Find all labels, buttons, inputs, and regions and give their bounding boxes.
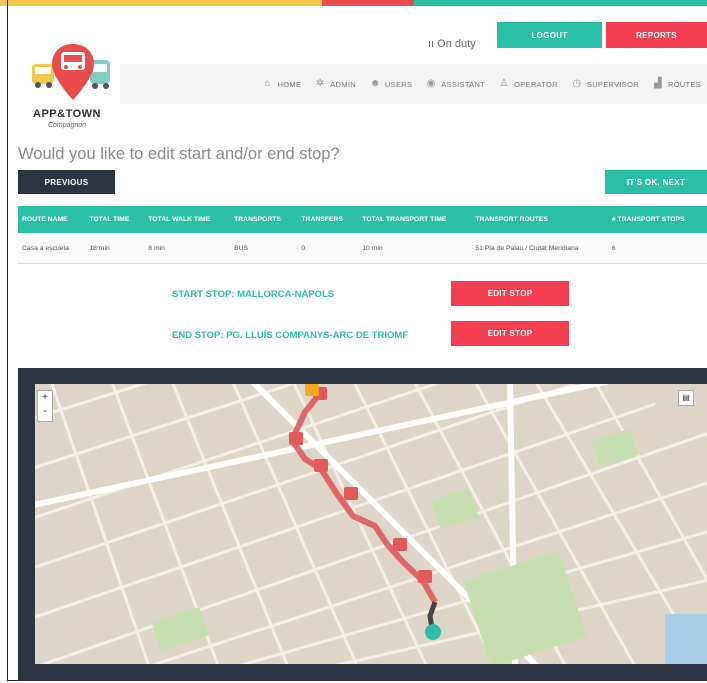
cell-route-name: Casa a escuela [18,233,86,264]
nav-supervisor[interactable]: ◷ SUPERVISOR [572,79,639,89]
nav-home-label: HOME [277,79,302,89]
end-stop-label: END STOP: PG. LLUÍS COMPANYS-ARC DE TRIO… [172,330,408,341]
status-icon: ıı [428,38,438,50]
users-icon: ☻ [369,78,381,89]
nav-users-label: USERS [384,79,413,89]
end-stop-prefix: END STOP: [172,330,224,341]
start-stop-prefix: START STOP: [172,289,235,300]
nav-assistant[interactable]: ◉ ASSISTANT [426,79,485,89]
nav-routes[interactable]: ▟ ROUTES [653,79,701,89]
cell-transports: BUS [230,233,298,264]
cell-total-time: 18 min [85,233,145,264]
nav-operator[interactable]: ♙ OPERATOR [499,79,558,89]
cell-transport-stops: 6 [607,233,707,264]
map-canvas [35,384,707,664]
col-transport-routes: TRANSPORT ROUTES [471,206,608,233]
end-marker-icon[interactable] [425,624,441,640]
nav-operator-label: OPERATOR [514,79,558,89]
page-question: Would you like to edit start and/or end … [18,145,340,163]
col-total-walk-time: TOTAL WALK TIME [144,206,231,233]
end-stop-name: PG. LLUÍS COMPANYS-ARC DE TRIOMF [226,330,409,341]
table-header-row: ROUTE NAME TOTAL TIME TOTAL WALK TIME TR… [18,206,707,233]
col-transport-stops: # TRANSPORT STOPS [607,206,707,233]
clock-icon: ◷ [572,78,582,89]
cell-transport-routes: 51 Pla de Palau / Ciutat Meridiana [471,233,608,264]
next-button[interactable]: IT'S OK, NEXT [605,170,707,194]
nav-assistant-label: ASSISTANT [441,79,486,89]
zoom-control[interactable]: + - [37,390,53,422]
nav-home[interactable]: ⌂ HOME [263,79,302,89]
logo-text: APP&TOWN [33,108,101,120]
chart-icon: ▟ [653,78,662,89]
routes-table: ROUTE NAME TOTAL TIME TOTAL WALK TIME TR… [18,206,707,264]
zoom-out-button[interactable]: - [38,405,52,419]
reports-button[interactable]: REPORTS [606,22,707,48]
edit-end-stop-button[interactable]: EDIT STOP [451,321,569,346]
col-transfers: TRANSFERS [297,206,359,233]
zoom-in-button[interactable]: + [38,391,52,405]
start-marker-icon[interactable] [305,384,319,396]
person-icon: ♙ [499,78,509,89]
cell-total-transport-time: 10 min [358,233,472,264]
logout-button[interactable]: LOGOUT [497,22,602,48]
cell-transfers: 0 [297,233,359,264]
table-row[interactable]: Casa a escuela 18 min 8 min BUS 0 10 min… [18,233,707,264]
main-nav: ⌂ HOME ✲ ADMIN ☻ USERS ◉ ASSISTANT ♙ OPERATOR… [120,64,707,104]
col-total-time: TOTAL TIME [85,206,145,233]
nav-routes-label: ROUTES [667,79,701,89]
chat-icon: ◉ [426,78,436,89]
status-text: On duty [437,38,476,50]
route-map[interactable] [35,384,707,664]
col-total-transport-time: TOTAL TRANSPORT TIME [358,206,472,233]
logo-subtitle: Compagnon [47,122,87,129]
duty-status: ıı On duty [428,38,476,50]
nav-supervisor-label: SUPERVISOR [586,79,639,89]
home-icon: ⌂ [264,78,271,89]
previous-button[interactable]: PREVIOUS [18,170,115,194]
nav-users[interactable]: ☻ USERS [370,79,412,89]
edit-start-stop-button[interactable]: EDIT STOP [451,281,569,306]
sea-area [665,614,707,664]
layers-icon[interactable]: ▤ [678,390,694,406]
gear-icon: ✲ [315,78,325,89]
cell-total-walk-time: 8 min [144,233,231,264]
col-transports: TRANSPORTS [230,206,298,233]
col-route-name: ROUTE NAME [18,206,86,233]
start-stop-name: MALLORCA-NÀPOLS [237,289,335,300]
start-stop-label: START STOP: MALLORCA-NÀPOLS [172,289,334,300]
logo-bus-pin-icon [32,44,110,100]
nav-admin[interactable]: ✲ ADMIN [315,79,356,89]
nav-admin-label: ADMIN [330,79,356,89]
